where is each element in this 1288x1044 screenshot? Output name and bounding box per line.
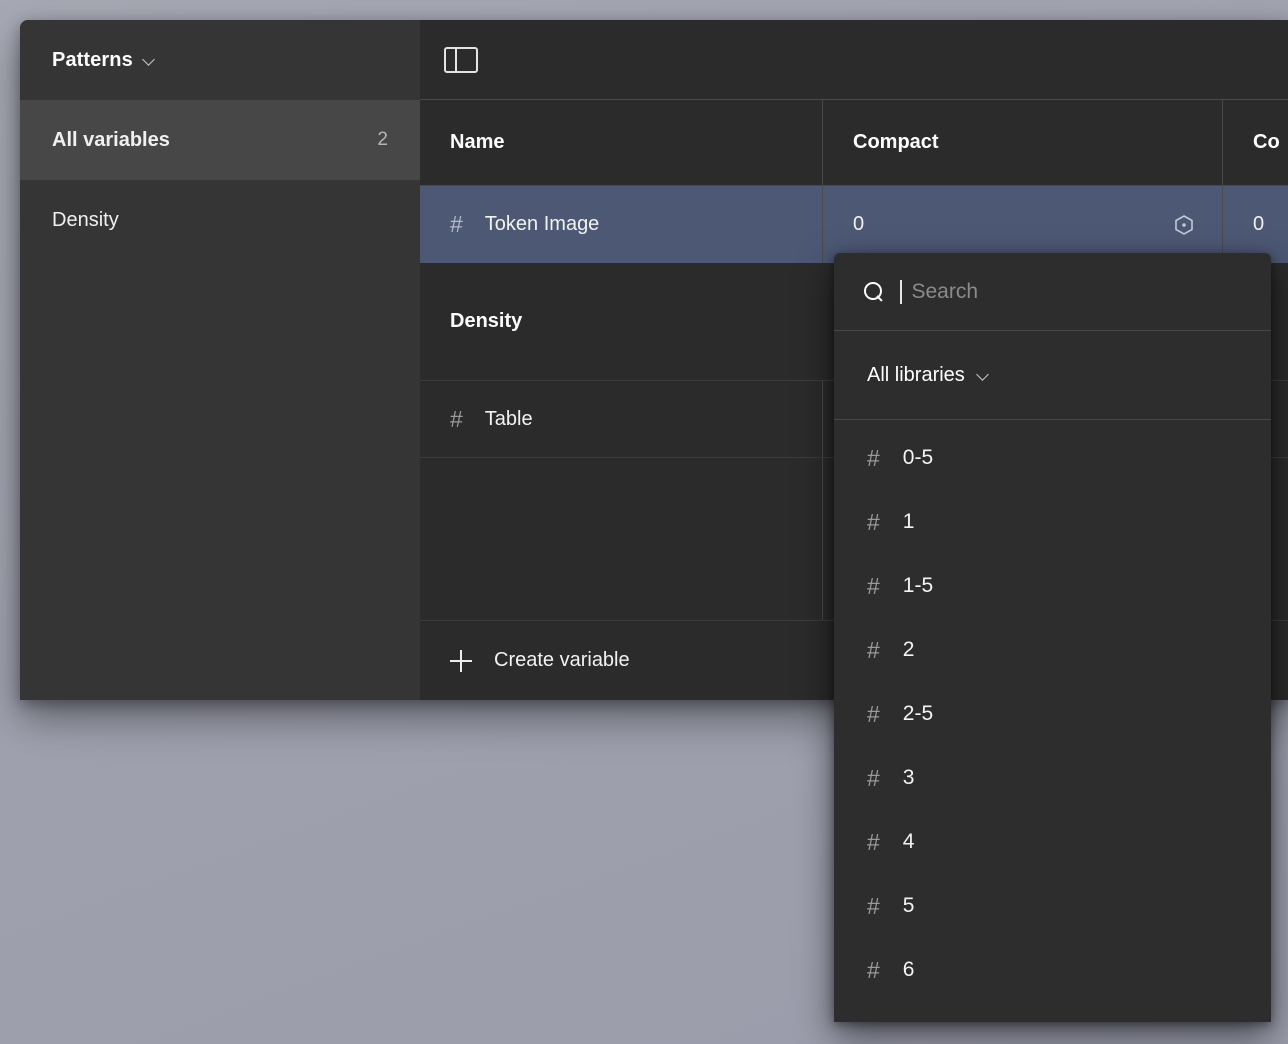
number-variable-icon: #	[867, 892, 880, 919]
table-header-row: Name Compact Co	[420, 100, 1288, 186]
library-filter-label: All libraries	[867, 363, 965, 386]
search-icon	[864, 281, 884, 302]
search-input[interactable]	[911, 279, 1241, 304]
create-variable-label: Create variable	[494, 649, 630, 671]
list-item[interactable]: # 3	[834, 746, 1271, 810]
row-name-cell[interactable]: # Token Image	[420, 186, 822, 263]
number-variable-icon: #	[867, 636, 880, 663]
list-item[interactable]: # 6	[834, 938, 1271, 1002]
table-toolbar	[420, 20, 1288, 99]
spacer-name-cell	[420, 458, 822, 620]
list-item[interactable]: # 4	[834, 810, 1271, 874]
row-name-cell[interactable]: # Table	[420, 381, 822, 457]
number-variable-icon: #	[867, 956, 880, 983]
number-variable-icon: #	[867, 828, 880, 855]
number-variable-icon: #	[867, 764, 880, 791]
list-item[interactable]: # 0-5	[834, 426, 1271, 490]
list-item-label: 0-5	[902, 446, 934, 469]
list-item[interactable]: # 1	[834, 490, 1271, 554]
text-caret	[900, 279, 902, 304]
number-variable-icon: #	[867, 700, 880, 727]
list-item-label: 2	[902, 638, 915, 661]
sidebar-item-count: 2	[377, 129, 388, 150]
column-header-label: Co	[1253, 131, 1280, 153]
list-item-label: 2-5	[902, 702, 934, 725]
list-item-label: 1-5	[902, 574, 934, 597]
row-name-label: Token Image	[484, 213, 600, 235]
number-variable-icon: #	[450, 405, 463, 432]
list-item[interactable]: # 5	[834, 874, 1271, 938]
collection-title: Patterns	[52, 48, 133, 71]
row-compact-cell[interactable]: 0	[822, 186, 1222, 263]
sidebar-header[interactable]: Patterns	[20, 20, 420, 100]
column-header-name[interactable]: Name	[420, 100, 822, 185]
list-item-label: 1	[902, 510, 915, 533]
table-row[interactable]: # Token Image 0 0	[420, 186, 1288, 263]
sidebar-item-label: All variables	[52, 128, 170, 151]
list-item[interactable]: # 1-5	[834, 554, 1271, 618]
sidebar-item-density[interactable]: Density	[20, 180, 420, 260]
column-header-compact[interactable]: Compact	[822, 100, 1222, 185]
panel-left-icon[interactable]	[444, 46, 478, 73]
list-item[interactable]: # 2	[834, 618, 1271, 682]
list-item[interactable]: # 2-5	[834, 682, 1271, 746]
list-item-label: 5	[902, 894, 915, 917]
number-variable-icon: #	[867, 444, 880, 471]
plus-icon	[450, 649, 472, 672]
row-name-label: Table	[484, 407, 533, 430]
sidebar-item-label: Density	[52, 208, 119, 231]
list-item-label: 4	[902, 830, 915, 853]
number-variable-icon: #	[867, 572, 880, 599]
column-header-third[interactable]: Co	[1222, 100, 1288, 185]
library-filter-dropdown[interactable]: All libraries	[834, 331, 1271, 420]
variable-options-list[interactable]: # 0-5 # 1 # 1-5 # 2 # 2-5 # 3 # 4 # 5 # …	[834, 420, 1271, 1022]
list-item-label: 3	[902, 766, 915, 789]
variable-picker-popover: All libraries # 0-5 # 1 # 1-5 # 2 # 2-5 …	[834, 253, 1271, 1022]
group-name-cell: Density	[420, 310, 822, 333]
sidebar: Patterns All variables 2 Density	[20, 20, 420, 700]
row-compact-value: 0	[853, 213, 865, 235]
search-row[interactable]	[834, 253, 1271, 331]
number-variable-icon: #	[867, 508, 880, 535]
chevron-down-icon[interactable]	[977, 368, 991, 382]
column-header-label: Compact	[853, 131, 939, 153]
chevron-down-icon[interactable]	[143, 53, 157, 67]
sidebar-item-all-variables[interactable]: All variables 2	[20, 100, 420, 180]
token-alias-icon[interactable]	[1172, 213, 1196, 237]
list-item-label: 6	[902, 958, 915, 981]
group-label: Density	[450, 310, 523, 332]
column-header-label: Name	[450, 131, 505, 153]
list-item[interactable]: # 7	[834, 1002, 1271, 1022]
row-third-value: 0	[1253, 213, 1265, 235]
number-variable-icon: #	[450, 211, 463, 237]
row-third-cell[interactable]: 0	[1222, 186, 1288, 263]
sidebar-empty-space	[20, 260, 420, 700]
